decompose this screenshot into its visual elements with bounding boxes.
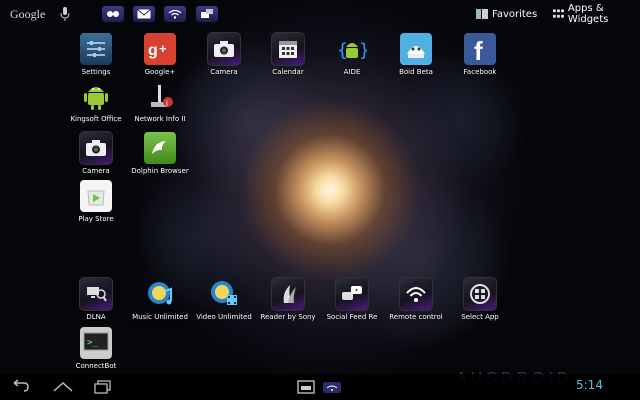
walkman-icon[interactable]: [102, 6, 124, 22]
recent-apps-button[interactable]: [93, 379, 113, 395]
settings-icon: [80, 33, 112, 65]
notification-wifi-button[interactable]: [322, 379, 342, 395]
status-clock[interactable]: 5:14: [576, 378, 603, 392]
app-label: Camera: [210, 68, 238, 76]
app-music-unlimited[interactable]: Music Unlimited: [127, 278, 193, 321]
music-unlimited-icon: [144, 278, 176, 310]
screenshot-button[interactable]: [296, 379, 316, 395]
terminal-icon: >_: [80, 327, 112, 359]
app-connectbot[interactable]: >_ ConnectBot: [63, 327, 129, 370]
svg-text:g: g: [148, 42, 158, 59]
app-label: Select App: [461, 313, 499, 321]
app-label: Camera: [82, 167, 110, 175]
favorites-button[interactable]: Favorites: [476, 0, 537, 28]
app-network-info[interactable]: i Network Info II: [127, 80, 193, 123]
app-label: AIDE: [343, 68, 361, 76]
camera-icon: [80, 132, 112, 164]
network-info-icon: i: [144, 80, 176, 112]
wifi-icon: [323, 382, 341, 393]
remote-control-icon: [400, 278, 432, 310]
app-kingsoft-office[interactable]: Kingsoft Office: [63, 80, 129, 123]
boid-icon: [400, 33, 432, 65]
svg-text:f: f: [474, 36, 483, 62]
svg-text:>_: >_: [87, 338, 98, 348]
app-label: Social Feed Re: [326, 313, 378, 321]
camera-icon: [208, 33, 240, 65]
svg-text:+: +: [159, 41, 167, 56]
recent-apps-icon: [94, 380, 111, 394]
app-label: Music Unlimited: [132, 313, 188, 321]
play-store-icon: [80, 180, 112, 212]
app-label: Kingsoft Office: [70, 115, 122, 123]
app-google-plus[interactable]: g + Google+: [127, 33, 193, 76]
app-label: Dolphin Browser: [131, 167, 189, 175]
app-label: Settings: [81, 68, 111, 76]
notification-icon[interactable]: [196, 6, 218, 22]
microphone-icon: [60, 7, 70, 21]
app-camera[interactable]: Camera: [191, 33, 257, 76]
app-label: Network Info II: [134, 115, 186, 123]
app-label: Google+: [144, 68, 176, 76]
app-remote-control[interactable]: Remote control: [383, 278, 449, 321]
apps-widgets-label: Apps & Widgets: [567, 3, 609, 25]
app-label: ConnectBot: [75, 362, 117, 370]
app-boid-beta[interactable]: Boid Beta: [383, 33, 449, 76]
app-label: Calendar: [272, 68, 304, 76]
app-dlna[interactable]: DLNA: [63, 278, 129, 321]
dlna-icon: [80, 278, 112, 310]
app-label: Facebook: [463, 68, 497, 76]
top-bar: Google Favorites Apps & Widgets: [0, 0, 640, 28]
facebook-icon: f: [464, 33, 496, 65]
app-facebook[interactable]: f Facebook: [447, 33, 513, 76]
svg-text:i: i: [166, 99, 168, 108]
app-select-app[interactable]: Select App: [447, 278, 513, 321]
app-label: DLNA: [86, 313, 106, 321]
app-dolphin-browser[interactable]: Dolphin Browser: [127, 132, 193, 175]
app-label: Reader by Sony: [260, 313, 316, 321]
android-icon: {}: [336, 33, 368, 65]
google-search-button[interactable]: Google: [10, 0, 45, 28]
video-unlimited-icon: [208, 278, 240, 310]
apps-widgets-button[interactable]: Apps & Widgets: [553, 0, 640, 28]
app-reader-by-sony[interactable]: Reader by Sony: [255, 278, 321, 321]
app-label: Remote control: [389, 313, 443, 321]
favorites-label: Favorites: [492, 8, 538, 20]
social-feed-icon: [336, 278, 368, 310]
select-app-icon: [464, 278, 496, 310]
email-icon[interactable]: [133, 6, 155, 22]
reader-icon: [272, 278, 304, 310]
back-icon: [13, 379, 29, 392]
calendar-icon: [272, 33, 304, 65]
app-video-unlimited[interactable]: Video Unlimited: [191, 278, 257, 321]
app-label: Boid Beta: [399, 68, 433, 76]
app-aide[interactable]: {} AIDE: [319, 33, 385, 76]
wifi-icon[interactable]: [164, 6, 186, 22]
app-calendar[interactable]: Calendar: [255, 33, 321, 76]
home-icon: [53, 381, 73, 392]
svg-text:}: }: [359, 40, 367, 61]
app-social-feed-reader[interactable]: Social Feed Re: [319, 278, 385, 321]
dolphin-icon: [144, 132, 176, 164]
app-grid-icon: [553, 9, 564, 18]
google-plus-icon: g +: [144, 33, 176, 65]
app-label: Play Store: [78, 215, 114, 223]
favorites-icon: [476, 9, 488, 19]
app-camera-2[interactable]: Camera: [63, 132, 129, 175]
back-button[interactable]: [10, 379, 30, 395]
app-settings[interactable]: Settings: [63, 33, 129, 76]
voice-search-button[interactable]: [60, 0, 70, 28]
navigation-bar: [0, 374, 640, 400]
window-icon: [297, 380, 315, 394]
app-play-store[interactable]: Play Store: [63, 180, 129, 223]
android-icon: [80, 80, 112, 112]
app-label: Video Unlimited: [196, 313, 252, 321]
home-button[interactable]: [52, 379, 73, 395]
